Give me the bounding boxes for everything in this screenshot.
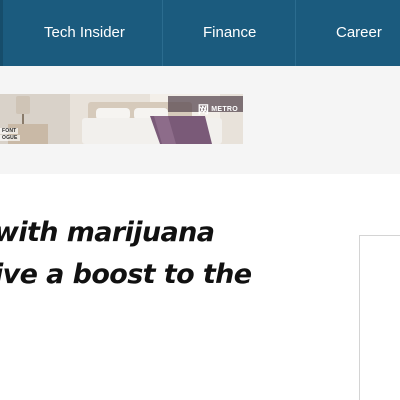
ad-brand-mark: 网 (197, 103, 210, 116)
article-headline[interactable]: with marijuana ive a boost to the (0, 212, 334, 296)
nav-divider (295, 0, 296, 66)
headline-line: with marijuana (0, 217, 215, 248)
nav-item-tech-insider[interactable]: Tech Insider (44, 0, 125, 66)
nav-item-finance[interactable]: Finance (203, 0, 256, 66)
headline-line: ive a boost to the (0, 259, 252, 290)
ad-caption: OGUE (0, 135, 20, 141)
page: Tech Insider Finance Career FONT OGUE 网 … (0, 0, 400, 400)
ad-banner[interactable]: FONT OGUE 网 METRO (0, 94, 243, 144)
ad-caption: FONT (0, 128, 19, 134)
ad-brand-logo: 网 METRO (198, 101, 238, 117)
ad-area: FONT OGUE 网 METRO (0, 66, 400, 174)
nav-edge (0, 0, 3, 66)
nav-item-career[interactable]: Career (336, 0, 382, 66)
nav-divider (162, 0, 163, 66)
top-nav: Tech Insider Finance Career (0, 0, 400, 66)
sidebar-widget (359, 235, 400, 400)
ad-brand-text: METRO (211, 105, 238, 113)
